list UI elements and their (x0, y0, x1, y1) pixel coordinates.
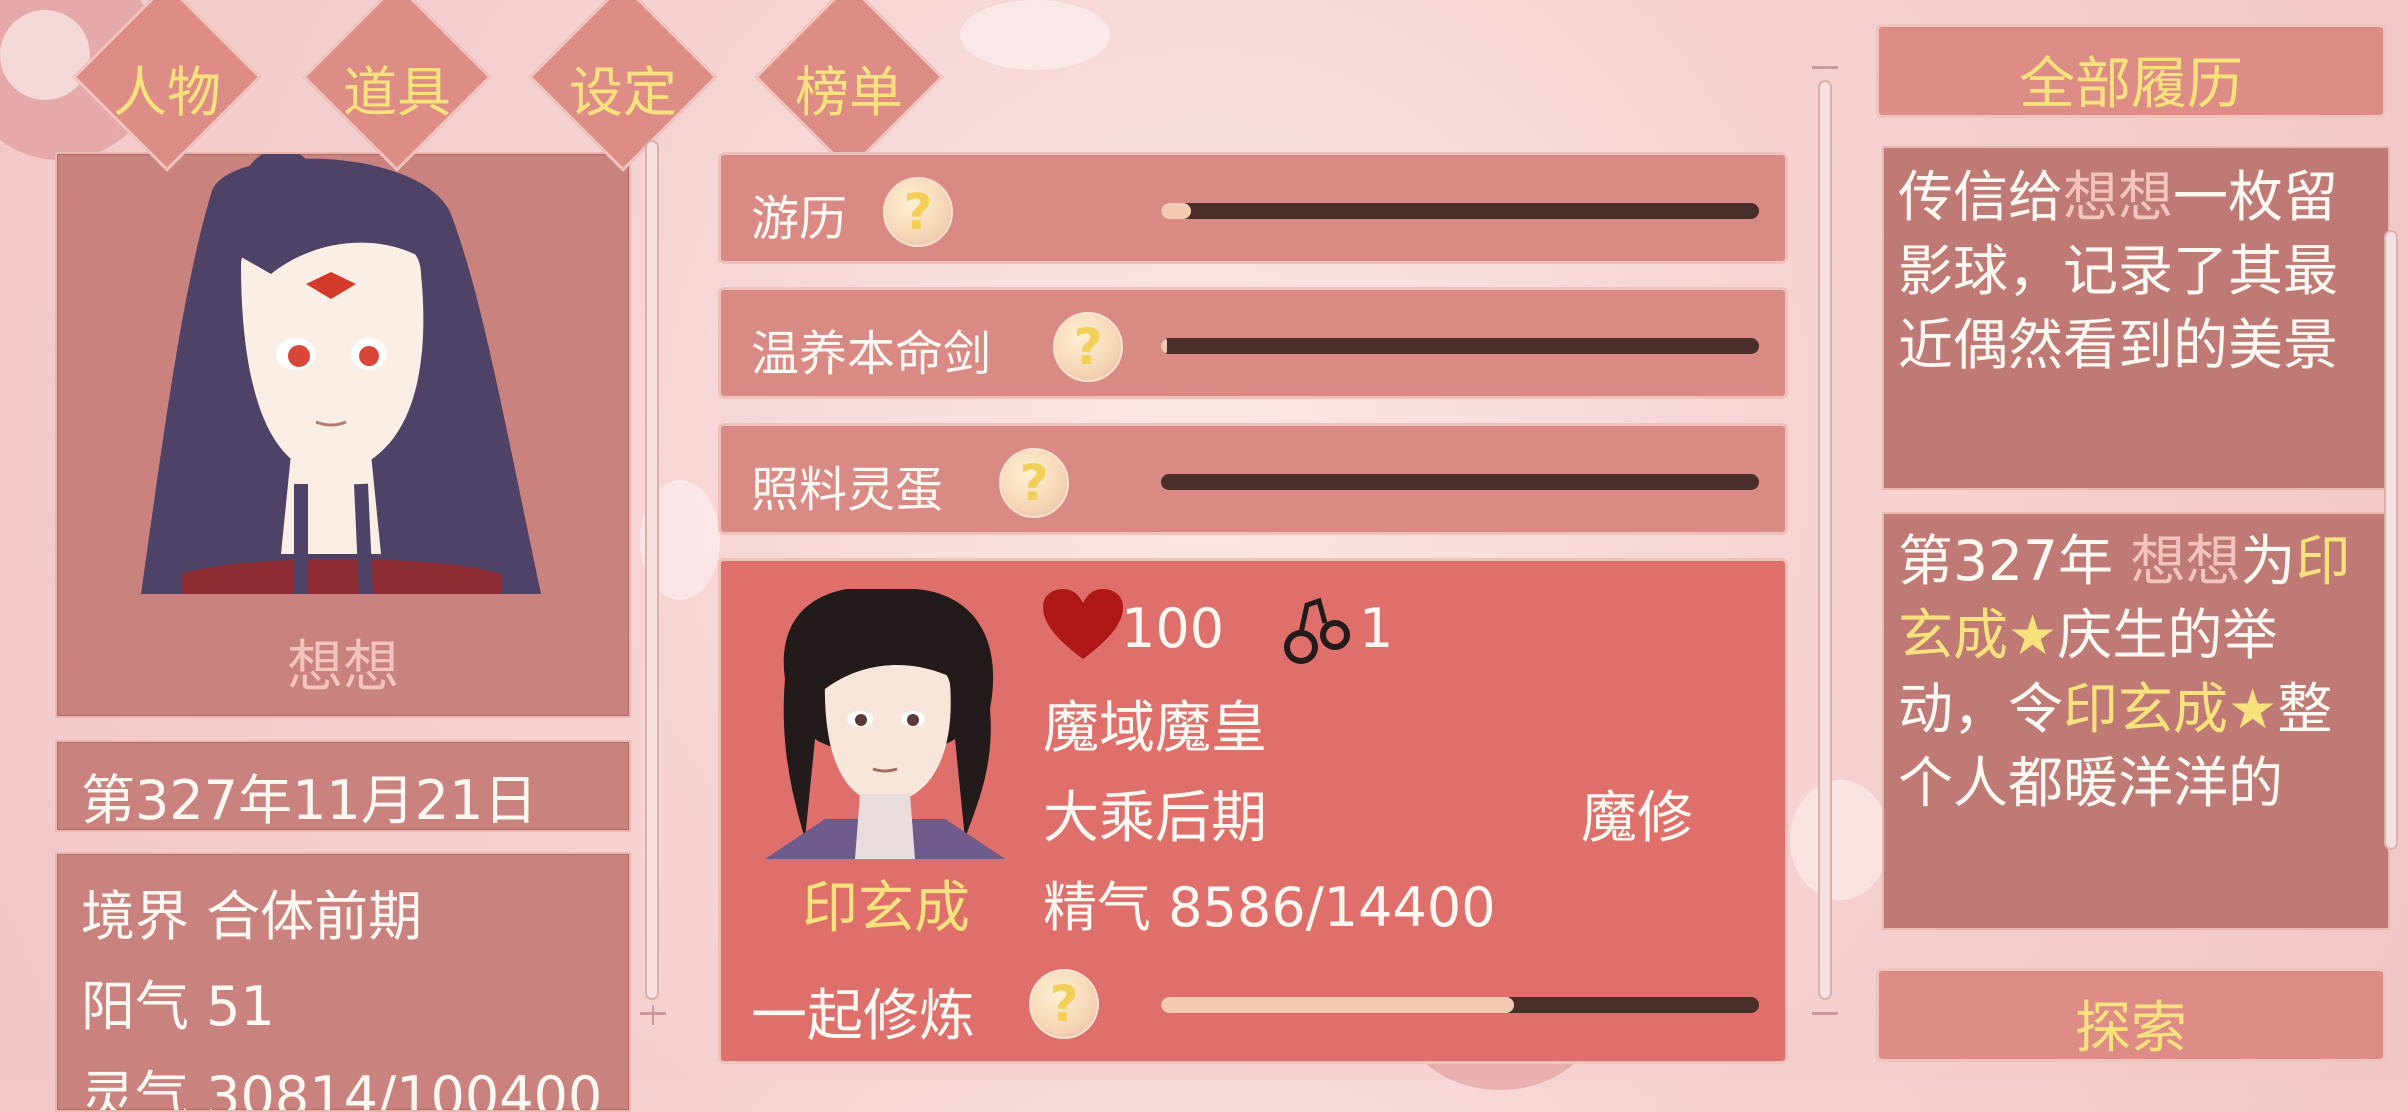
log-name-highlight: 印玄成★ (2063, 677, 2278, 741)
activity-name: 照料灵蛋 (751, 462, 944, 518)
companion-sect: 魔修 (1581, 786, 1693, 851)
stat-label: 阳气 (81, 975, 189, 1038)
divider-cap (1812, 1012, 1838, 1015)
character-name: 想想 (287, 635, 399, 700)
activity-row-travel[interactable]: 游历 ? (718, 152, 1788, 264)
companion-card[interactable]: 印玄成 100 1 魔域魔皇 大乘后期 魔修 精气 8586/14400 一起修… (718, 558, 1788, 1064)
activity-progress-fill (1161, 338, 1167, 354)
log-entry: 传信给想想一枚留影球，记录了其最近偶然看到的美景 (1882, 146, 2390, 490)
action-label: 一起修炼 (751, 984, 975, 1049)
stat-row-spirit: 灵气 30814/100400 (81, 1052, 603, 1112)
stat-row-realm: 境界 合体前期 (81, 872, 422, 951)
heart-icon (1043, 589, 1123, 659)
nav-label: 榜单 (795, 61, 903, 124)
action-progress-fill (1161, 997, 1514, 1013)
stat-value: 51 (206, 975, 275, 1038)
log-entry-text: 第327年 想想为印玄成★庆生的举动，令印玄成★整个人都暖洋洋的 (1884, 524, 2388, 820)
activity-row-egg[interactable]: 照料灵蛋 ? (718, 423, 1788, 535)
log-text: 传信给 (1898, 165, 2064, 229)
help-icon[interactable]: ? (883, 177, 953, 247)
stats-panel: 境界 合体前期 阳气 51 灵气 30814/100400 (55, 852, 631, 1112)
activity-progress-bar (1161, 474, 1759, 490)
divider-line (652, 1005, 654, 1025)
activity-name: 温养本命剑 (751, 326, 992, 382)
divider-cap (1812, 66, 1838, 69)
center-scrollbar[interactable] (1818, 80, 1832, 1000)
blossom-decor (0, 10, 90, 100)
left-scrollbar[interactable] (645, 140, 659, 1000)
nav-characters-button[interactable]: 人物 (72, 0, 262, 172)
activity-progress-fill (1161, 203, 1191, 219)
action-progress-bar (1161, 997, 1759, 1013)
activity-progress-bar (1161, 338, 1759, 354)
companion-name: 印玄成 (802, 876, 970, 941)
affection-value: 100 (1121, 597, 1225, 660)
portrait-panel[interactable]: 想想 (55, 152, 631, 718)
companion-realm: 大乘后期 (1043, 786, 1267, 851)
blossom-decor (1790, 780, 1890, 900)
essence-label: 精气 (1043, 876, 1151, 939)
explore-button[interactable]: 探索 (1876, 968, 2386, 1062)
handcuffs-icon (1284, 597, 1350, 664)
stat-label: 境界 (81, 885, 189, 948)
log-scrollbar[interactable] (2384, 230, 2398, 850)
nav-label: 设定 (569, 61, 677, 124)
help-icon[interactable]: ? (1053, 312, 1123, 382)
companion-essence: 精气 8586/14400 (1043, 863, 1496, 942)
explore-label: 探索 (2075, 996, 2187, 1061)
stat-label: 灵气 (81, 1065, 189, 1112)
bond-value: 1 (1359, 597, 1394, 660)
log-header-button[interactable]: 全部履历 (1876, 24, 2386, 118)
help-icon[interactable]: ? (999, 448, 1069, 518)
activity-row-sword[interactable]: 温养本命剑 ? (718, 287, 1788, 399)
nav-label: 人物 (113, 61, 221, 124)
date-text: 第327年11月21日 (81, 769, 538, 832)
log-text: 为 (2240, 529, 2296, 593)
nav-label: 道具 (343, 61, 451, 124)
character-portrait (141, 154, 541, 594)
date-panel: 第327年11月21日 (55, 740, 631, 832)
help-icon[interactable]: ? (1029, 969, 1099, 1039)
log-header-label: 全部履历 (2019, 52, 2243, 117)
nav-rankings-button[interactable]: 榜单 (754, 0, 944, 172)
companion-title: 魔域魔皇 (1043, 696, 1267, 761)
log-text: 第327年 (1898, 529, 2131, 593)
stat-value: 30814/100400 (206, 1065, 603, 1112)
divider-cap (640, 1012, 666, 1015)
stat-row-yang: 阳气 51 (81, 962, 275, 1041)
companion-portrait (765, 589, 1005, 859)
essence-value: 8586/14400 (1168, 876, 1496, 939)
nav-settings-button[interactable]: 设定 (528, 0, 718, 172)
stat-value: 合体前期 (206, 885, 423, 948)
log-entry-text: 传信给想想一枚留影球，记录了其最近偶然看到的美景 (1884, 160, 2388, 382)
log-name-highlight: 想想 (2063, 165, 2174, 229)
blossom-decor (960, 0, 1110, 70)
activity-name: 游历 (751, 191, 848, 247)
nav-items-button[interactable]: 道具 (302, 0, 492, 172)
activity-progress-bar (1161, 203, 1759, 219)
cultivate-together-row[interactable]: 一起修炼 ? (721, 961, 1785, 1061)
log-entry: 第327年 想想为印玄成★庆生的举动，令印玄成★整个人都暖洋洋的 (1882, 512, 2390, 930)
log-name-highlight: 想想 (2130, 529, 2241, 593)
